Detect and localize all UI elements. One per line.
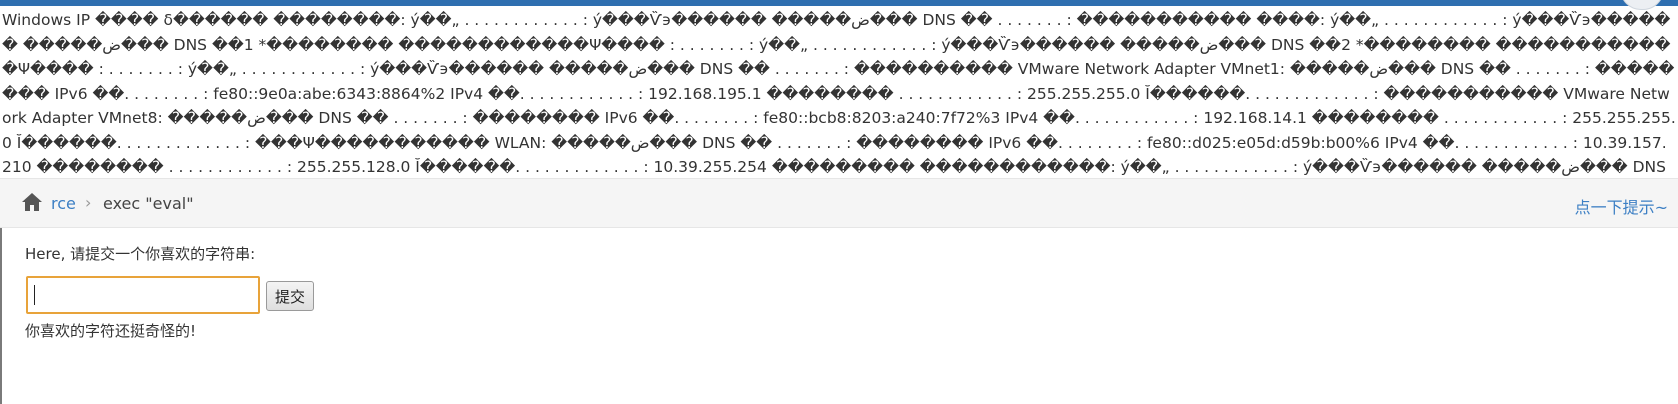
main-content: Here, 请提交一个你喜欢的字符串: 提交 你喜欢的字符还挺奇怪的! (0, 228, 1678, 404)
breadcrumb-current: exec "eval" (103, 194, 194, 213)
chevron-right-icon: › (85, 193, 92, 212)
top-nav-strip (0, 0, 1678, 6)
text-caret (34, 285, 35, 305)
form-prompt-label: Here, 请提交一个你喜欢的字符串: (25, 245, 256, 263)
submit-button[interactable]: 提交 (266, 281, 314, 311)
result-message: 你喜欢的字符还挺奇怪的! (25, 322, 197, 340)
command-output-text: Windows IP ���� δ������ ��������: ý��„ .… (2, 11, 1676, 176)
hint-link[interactable]: 点一下提示~ (1575, 194, 1668, 218)
breadcrumb: rce › exec "eval" 点一下提示~ (0, 178, 1678, 228)
home-icon[interactable] (21, 192, 43, 212)
breadcrumb-item-rce[interactable]: rce (51, 194, 76, 213)
string-input[interactable] (26, 276, 260, 314)
